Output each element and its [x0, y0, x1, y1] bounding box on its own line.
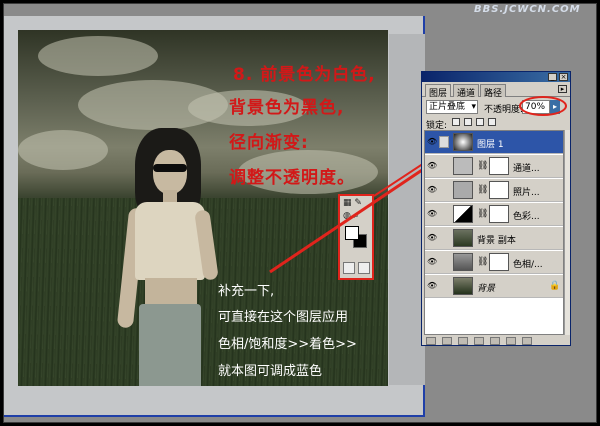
panel-menu-icon[interactable]: ▸ — [558, 85, 567, 93]
layer-row[interactable]: 👁 背景 🔒 — [425, 275, 563, 298]
layer-name: 背景 — [477, 284, 496, 294]
canvas-margin — [389, 34, 425, 385]
trash-icon[interactable] — [522, 337, 532, 345]
color-tools-highlight: ▦ ✎ ◍ ⌕ — [338, 194, 374, 280]
new-group-icon[interactable] — [474, 337, 484, 345]
gradient-tool-icon[interactable]: ▦ ✎ — [343, 198, 369, 210]
note-line-2: 可直接在这个图层应用 — [218, 310, 349, 325]
layer-mask-thumbnail — [489, 157, 509, 175]
tab-paths[interactable]: 路径 — [480, 84, 507, 99]
note-line-4: 就本图可调成蓝色 — [218, 364, 323, 379]
layer-name: 背景 副本 — [477, 236, 516, 246]
adjustment-icon — [453, 181, 473, 199]
layer-mask-thumbnail — [489, 181, 509, 199]
tab-layers[interactable]: 图层 — [425, 84, 452, 99]
step-text-line-2: 背景色为黑色, — [229, 98, 345, 118]
chain-link-icon: ⛓ — [477, 161, 489, 171]
layer-name: 色彩... — [513, 212, 540, 222]
note-line-1: 补充一下, — [218, 284, 275, 299]
layer-row[interactable]: 👁 图层 1 — [425, 131, 563, 154]
layer-mask-thumbnail — [489, 253, 509, 271]
visibility-eye-icon[interactable]: 👁 — [427, 210, 437, 218]
step-text-line-4: 调整不透明度。 — [229, 168, 355, 188]
foreground-color-swatch[interactable] — [345, 226, 359, 240]
tab-channels[interactable]: 通道 — [453, 84, 480, 99]
layer-name: 通道... — [513, 164, 540, 174]
woman-figure — [113, 128, 223, 386]
blend-mode-select[interactable]: 正片叠底 — [426, 100, 478, 114]
visibility-eye-icon[interactable]: 👁 — [427, 186, 437, 194]
zoom-tool-icon[interactable]: ◍ ⌕ — [343, 211, 369, 223]
face — [153, 150, 187, 194]
visibility-eye-icon[interactable]: 👁 — [427, 258, 437, 266]
panel-bottom-toolbar — [424, 336, 564, 346]
layer-row[interactable]: 👁 ⛓ 照片... — [425, 179, 563, 202]
note-line-3: 色相/饱和度>>着色>> — [218, 337, 357, 352]
layer-thumbnail — [453, 253, 473, 271]
panel-titlebar: _ × — [422, 72, 570, 82]
add-mask-icon[interactable] — [458, 337, 468, 345]
layer-name: 图层 1 — [477, 140, 504, 150]
new-adjustment-icon[interactable] — [490, 337, 500, 345]
layer-name: 色相/... — [513, 260, 543, 270]
adjustment-icon — [453, 157, 473, 175]
lock-icon: 🔒 — [549, 281, 561, 291]
panel-tabs: 图层 通道 路径 ▸ — [422, 82, 570, 99]
midriff — [145, 278, 197, 306]
link-layers-icon[interactable] — [426, 337, 436, 345]
cloud — [18, 130, 108, 170]
layer-thumbnail — [453, 133, 473, 151]
layer-row[interactable]: 👁 ⛓ 色相/... — [425, 251, 563, 274]
chain-link-icon: ⛓ — [477, 185, 489, 195]
layer-style-icon[interactable] — [442, 337, 452, 345]
layer-list: 👁 图层 1 👁 ⛓ 通道... 👁 ⛓ 照片... 👁 ⛓ 色彩... 👁 背… — [424, 130, 564, 335]
sunglasses — [153, 164, 187, 172]
close-icon[interactable]: × — [559, 73, 568, 81]
chain-link-icon: ⛓ — [477, 257, 489, 267]
new-layer-icon[interactable] — [506, 337, 516, 345]
visibility-eye-icon[interactable]: 👁 — [427, 282, 437, 290]
cloud — [38, 36, 158, 76]
lock-image-icon[interactable] — [464, 118, 472, 126]
layer-thumbnail — [453, 277, 473, 295]
step-text-line-3: 径向渐变: — [229, 133, 309, 153]
visibility-eye-icon[interactable]: 👁 — [427, 234, 437, 242]
step-text-line-1: 8. 前景色为白色, — [233, 65, 376, 85]
standard-mode-button[interactable] — [343, 262, 355, 274]
quickmask-mode-button[interactable] — [358, 262, 370, 274]
layer-row[interactable]: 👁 ⛓ 色彩... — [425, 203, 563, 226]
minimize-icon[interactable]: _ — [548, 73, 557, 81]
layer-row[interactable]: 👁 ⛓ 通道... — [425, 155, 563, 178]
layer-row[interactable]: 👁 背景 副本 — [425, 227, 563, 250]
layer-list-scrollbar[interactable] — [564, 130, 570, 335]
opacity-highlight-circle — [519, 96, 567, 116]
layer-name: 照片... — [513, 188, 540, 198]
opacity-label: 不透明度: — [484, 105, 524, 115]
layer-mask-thumbnail — [489, 205, 509, 223]
visibility-eye-icon[interactable]: 👁 — [427, 162, 437, 170]
white-top — [135, 202, 205, 280]
photo-canvas[interactable]: 8. 前景色为白色, 背景色为黑色, 径向渐变: 调整不透明度。 补充一下, 可… — [18, 30, 388, 386]
visibility-eye-icon[interactable]: 👁 — [427, 138, 437, 146]
chain-link-icon: ⛓ — [477, 209, 489, 219]
layer-thumbnail — [453, 229, 473, 247]
brush-icon — [439, 136, 449, 148]
adjustment-icon — [453, 205, 473, 223]
lock-position-icon[interactable] — [476, 118, 484, 126]
watermark: BBS.JCWCN.COM — [474, 4, 581, 15]
jeans — [139, 304, 201, 386]
lock-all-icon[interactable] — [488, 118, 496, 126]
lock-transparency-icon[interactable] — [452, 118, 460, 126]
